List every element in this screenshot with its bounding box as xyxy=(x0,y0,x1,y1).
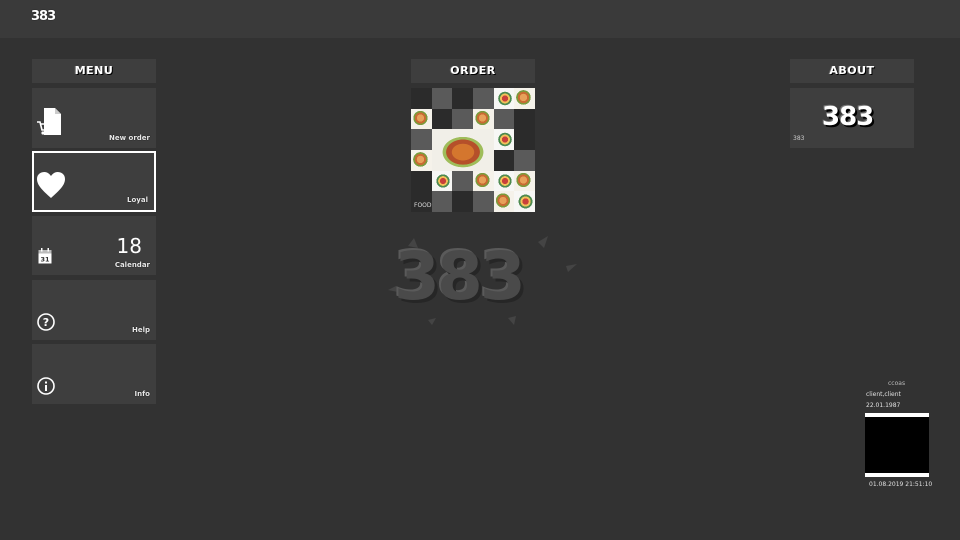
mosaic-cell xyxy=(493,108,515,130)
menu-column: MENU New order Loyal 18 31 Calendar ? He… xyxy=(32,59,156,404)
about-tile[interactable]: 383 383 xyxy=(790,88,914,148)
mosaic-cell xyxy=(452,170,473,192)
about-column: ABOUT 383 383 xyxy=(790,59,914,148)
user-role: ccoas xyxy=(888,380,906,387)
mosaic-cell xyxy=(411,88,432,109)
about-header: ABOUT xyxy=(790,59,914,83)
order-header-label: ORDER xyxy=(450,64,496,77)
food-thumbnail xyxy=(472,108,494,130)
info-tile[interactable]: Info xyxy=(32,344,156,404)
menu-header: MENU xyxy=(32,59,156,83)
mosaic-cell xyxy=(431,108,453,130)
user-birthdate: 22.01.1987 xyxy=(866,402,901,409)
info-icon xyxy=(37,377,55,399)
mosaic-cell xyxy=(452,88,473,109)
about-header-label: ABOUT xyxy=(829,64,875,77)
mosaic-cell xyxy=(452,191,473,212)
food-thumbnail xyxy=(411,149,432,171)
user-panel: ccoas client,client 22.01.1987 01.08.201… xyxy=(863,378,933,493)
user-photo[interactable] xyxy=(865,413,929,477)
food-thumbnail xyxy=(493,170,515,192)
mosaic-cell xyxy=(431,191,453,212)
current-datetime: 01.08.2019 21:51:10 xyxy=(869,481,933,488)
svg-text:?: ? xyxy=(43,316,49,329)
food-thumbnail xyxy=(493,191,515,212)
mosaic-cell xyxy=(452,108,473,130)
center-logo-text: 383 xyxy=(394,238,526,315)
food-thumbnail xyxy=(493,88,515,109)
menu-header-label: MENU xyxy=(74,64,114,77)
top-bar: 383 xyxy=(0,0,960,38)
help-label: Help xyxy=(131,326,150,334)
food-feature-image xyxy=(431,129,494,171)
mosaic-cell xyxy=(493,149,515,171)
food-thumbnail xyxy=(431,170,453,192)
calendar-tile[interactable]: 18 31 Calendar xyxy=(32,216,156,275)
food-thumbnail xyxy=(514,170,535,192)
mosaic-cell xyxy=(411,170,432,192)
food-thumbnail xyxy=(472,170,494,192)
favorites-label: Loyal xyxy=(127,196,148,204)
food-tile[interactable]: FOOD xyxy=(411,88,535,212)
food-tile-label: FOOD xyxy=(414,202,432,209)
svg-text:31: 31 xyxy=(40,256,50,264)
heart-icon xyxy=(36,171,66,203)
calendar-count: 18 xyxy=(116,234,142,258)
mosaic-cell xyxy=(431,88,453,109)
about-tag: 383 xyxy=(793,135,805,142)
food-thumbnail xyxy=(493,129,515,150)
new-order-tile[interactable]: New order xyxy=(32,88,156,148)
favorites-tile[interactable]: Loyal xyxy=(32,151,156,212)
mosaic-cell xyxy=(472,88,494,109)
mosaic-cell xyxy=(411,129,432,150)
food-thumbnail xyxy=(514,88,535,109)
about-logo: 383 xyxy=(822,102,874,132)
document-cart-icon xyxy=(36,106,62,140)
order-header: ORDER xyxy=(411,59,535,83)
mosaic-cell xyxy=(472,191,494,212)
user-name: client,client xyxy=(866,391,901,398)
calendar-icon: 31 xyxy=(38,248,52,268)
mosaic-cell xyxy=(514,149,535,171)
food-thumbnail xyxy=(514,191,535,212)
app-logo: 383 xyxy=(31,9,56,24)
center-logo: 383 xyxy=(388,236,578,326)
mosaic-cell xyxy=(514,108,535,130)
order-column: ORDER FOOD xyxy=(411,59,535,212)
food-thumbnail xyxy=(411,108,432,130)
new-order-label: New order xyxy=(109,134,150,142)
question-icon: ? xyxy=(37,313,55,335)
calendar-label: Calendar xyxy=(114,261,150,269)
mosaic-cell xyxy=(514,129,535,150)
help-tile[interactable]: ? Help xyxy=(32,280,156,340)
info-label: Info xyxy=(134,390,150,398)
